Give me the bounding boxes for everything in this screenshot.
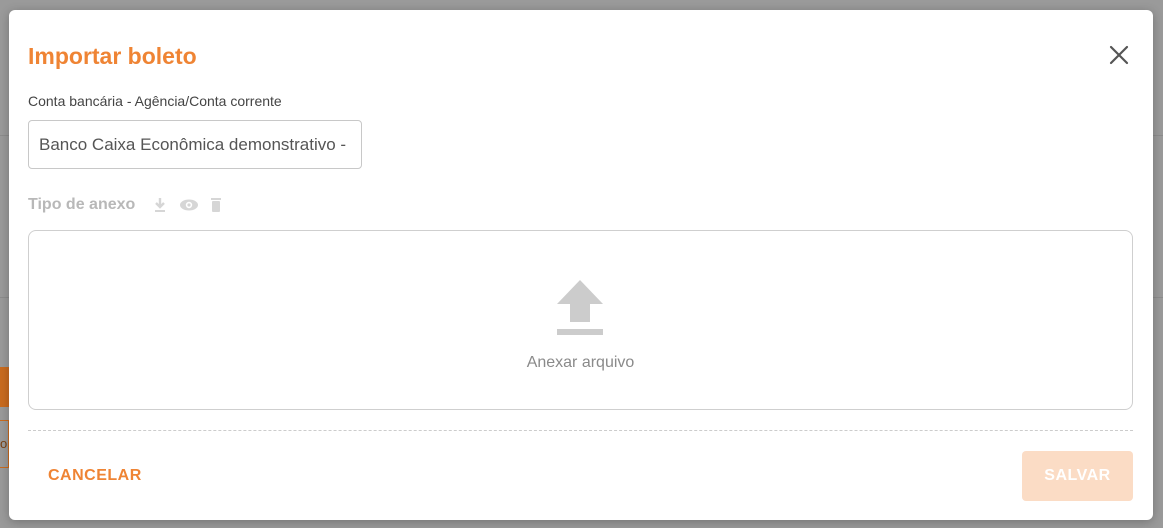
dialog-title: Importar boleto xyxy=(28,43,197,69)
cancel-button[interactable]: CANCELAR xyxy=(28,459,162,493)
attachment-type-label: Tipo de anexo xyxy=(28,196,136,213)
import-boleto-dialog: Importar boleto Conta bancária - Agência… xyxy=(9,10,1153,520)
download-icon[interactable] xyxy=(151,196,169,214)
close-button[interactable] xyxy=(1107,43,1131,67)
background-button-fragment xyxy=(0,367,9,407)
footer-divider xyxy=(28,430,1133,431)
trash-icon[interactable] xyxy=(207,196,225,214)
dropzone-label: Anexar arquivo xyxy=(526,354,635,371)
eye-icon[interactable] xyxy=(179,196,199,214)
attachment-type-row: Tipo de anexo xyxy=(28,194,235,216)
close-icon xyxy=(1109,45,1129,65)
bank-account-select[interactable]: Banco Caixa Econômica demonstrativo - xyxy=(28,120,362,169)
upload-icon xyxy=(557,280,603,335)
file-dropzone[interactable]: Anexar arquivo xyxy=(28,230,1133,410)
save-button[interactable]: SALVAR xyxy=(1022,451,1133,501)
account-field-label: Conta bancária - Agência/Conta corrente xyxy=(28,93,282,109)
background-text-fragment: o xyxy=(0,436,8,451)
